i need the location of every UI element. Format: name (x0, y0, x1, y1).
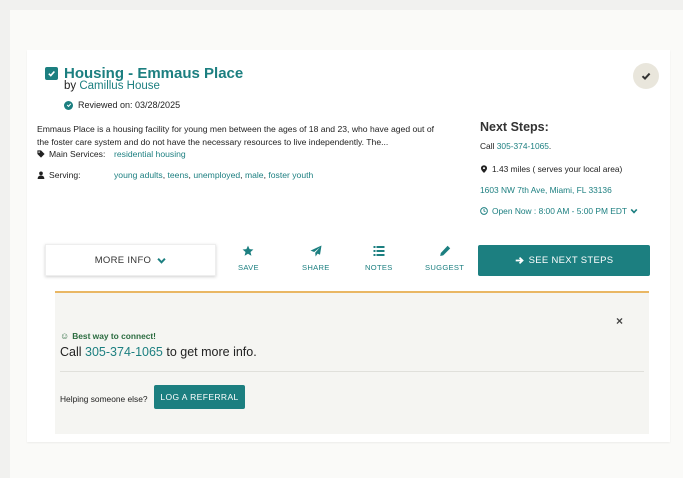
checkmark-icon (641, 72, 651, 81)
checkbox-checked-icon[interactable] (45, 67, 58, 80)
smile-icon: ☺ (60, 331, 70, 341)
best-way-heading: ☺ Best way to connect! (60, 331, 156, 341)
phone-link[interactable]: 305-374-1065 (497, 141, 549, 151)
serving-list: young adults, teens, unemployed, male, f… (114, 170, 314, 180)
next-steps-hours[interactable]: Open Now : 8:00 AM - 5:00 PM EDT (480, 206, 642, 216)
description-line: Emmaus Place is a housing facility for y… (37, 124, 434, 134)
hours-text: 8:00 AM - 5:00 PM EDT (538, 206, 627, 216)
open-now-label: Open Now : (492, 206, 537, 216)
save-label: SAVE (238, 263, 259, 272)
serving-row: Serving: young adults, teens, unemployed… (37, 170, 313, 180)
call-suffix: to get more info. (166, 345, 257, 359)
distance-text: 1.43 miles ( serves your local area) (492, 164, 623, 174)
save-button[interactable]: SAVE (238, 245, 259, 272)
arrow-right-icon (515, 256, 524, 265)
next-steps-title: Next Steps: (480, 120, 549, 134)
list-icon (373, 246, 385, 256)
serving-label: Serving: (49, 170, 81, 180)
panel-phone-link[interactable]: 305-374-1065 (85, 345, 163, 359)
chevron-down-icon (157, 257, 166, 264)
notes-button[interactable]: NOTES (365, 245, 393, 272)
user-icon (37, 171, 45, 179)
star-icon (243, 245, 254, 256)
provider-line: by Camillus House (64, 80, 160, 92)
main-services-link[interactable]: residential housing (114, 149, 186, 159)
by-prefix: by (64, 80, 77, 92)
call-prefix: Call (480, 141, 495, 151)
chevron-down-icon (630, 208, 638, 214)
listing-description: Emmaus Place is a housing facility for y… (37, 123, 457, 149)
call-for-info: Call 305-374-1065 to get more info. (60, 345, 257, 359)
best-way-text: Best way to connect! (72, 331, 156, 341)
main-services-label: Main Services: (49, 149, 106, 159)
see-next-steps-button[interactable]: SEE NEXT STEPS (478, 245, 650, 276)
tag-icon (37, 150, 45, 158)
notes-label: NOTES (365, 263, 393, 272)
next-steps-call: Call 305-374-1065. (480, 141, 552, 151)
divider (60, 371, 644, 372)
mark-done-button[interactable] (633, 63, 659, 89)
check-circle-icon (64, 100, 73, 110)
suggest-label: SUGGEST (425, 263, 465, 272)
serving-tag[interactable]: foster youth (268, 170, 313, 180)
serving-tag[interactable]: teens (168, 170, 189, 180)
description-line: the foster care system and do not have t… (37, 137, 389, 147)
paper-plane-icon (310, 245, 322, 257)
address-link[interactable]: 1603 NW 7th Ave, Miami, FL 33136 (480, 185, 612, 195)
next-steps-address: 1603 NW 7th Ave, Miami, FL 33136 (480, 185, 612, 195)
provider-link[interactable]: Camillus House (79, 80, 160, 92)
share-button[interactable]: SHARE (302, 245, 330, 272)
serving-tag[interactable]: unemployed (193, 170, 240, 180)
helping-text: Helping someone else? (60, 394, 148, 404)
serving-tag[interactable]: young adults (114, 170, 163, 180)
see-next-steps-label: SEE NEXT STEPS (528, 255, 614, 266)
main-services-row: Main Services: residential housing (37, 149, 186, 159)
serving-tag[interactable]: male (245, 170, 264, 180)
clock-icon (480, 207, 488, 215)
listing-card: Housing - Emmaus Place by Camillus House… (27, 50, 670, 442)
close-icon[interactable]: × (616, 314, 623, 328)
connect-panel: × ☺ Best way to connect! Call 305-374-10… (55, 291, 649, 434)
next-steps-distance: 1.43 miles ( serves your local area) (480, 164, 622, 174)
suggest-button[interactable]: SUGGEST (425, 245, 464, 272)
more-info-label: MORE INFO (94, 254, 152, 266)
next-steps-header: Next Steps: (480, 120, 549, 134)
pencil-icon (439, 245, 450, 256)
reviewed-text: Reviewed on: 03/28/2025 (78, 100, 181, 110)
log-referral-button[interactable]: LOG A REFERRAL (154, 385, 245, 409)
more-info-button[interactable]: MORE INFO (45, 244, 216, 276)
map-marker-icon (480, 165, 488, 173)
call-prefix: Call (60, 345, 82, 359)
share-label: SHARE (302, 263, 330, 272)
reviewed-date: Reviewed on: 03/28/2025 (64, 100, 180, 110)
